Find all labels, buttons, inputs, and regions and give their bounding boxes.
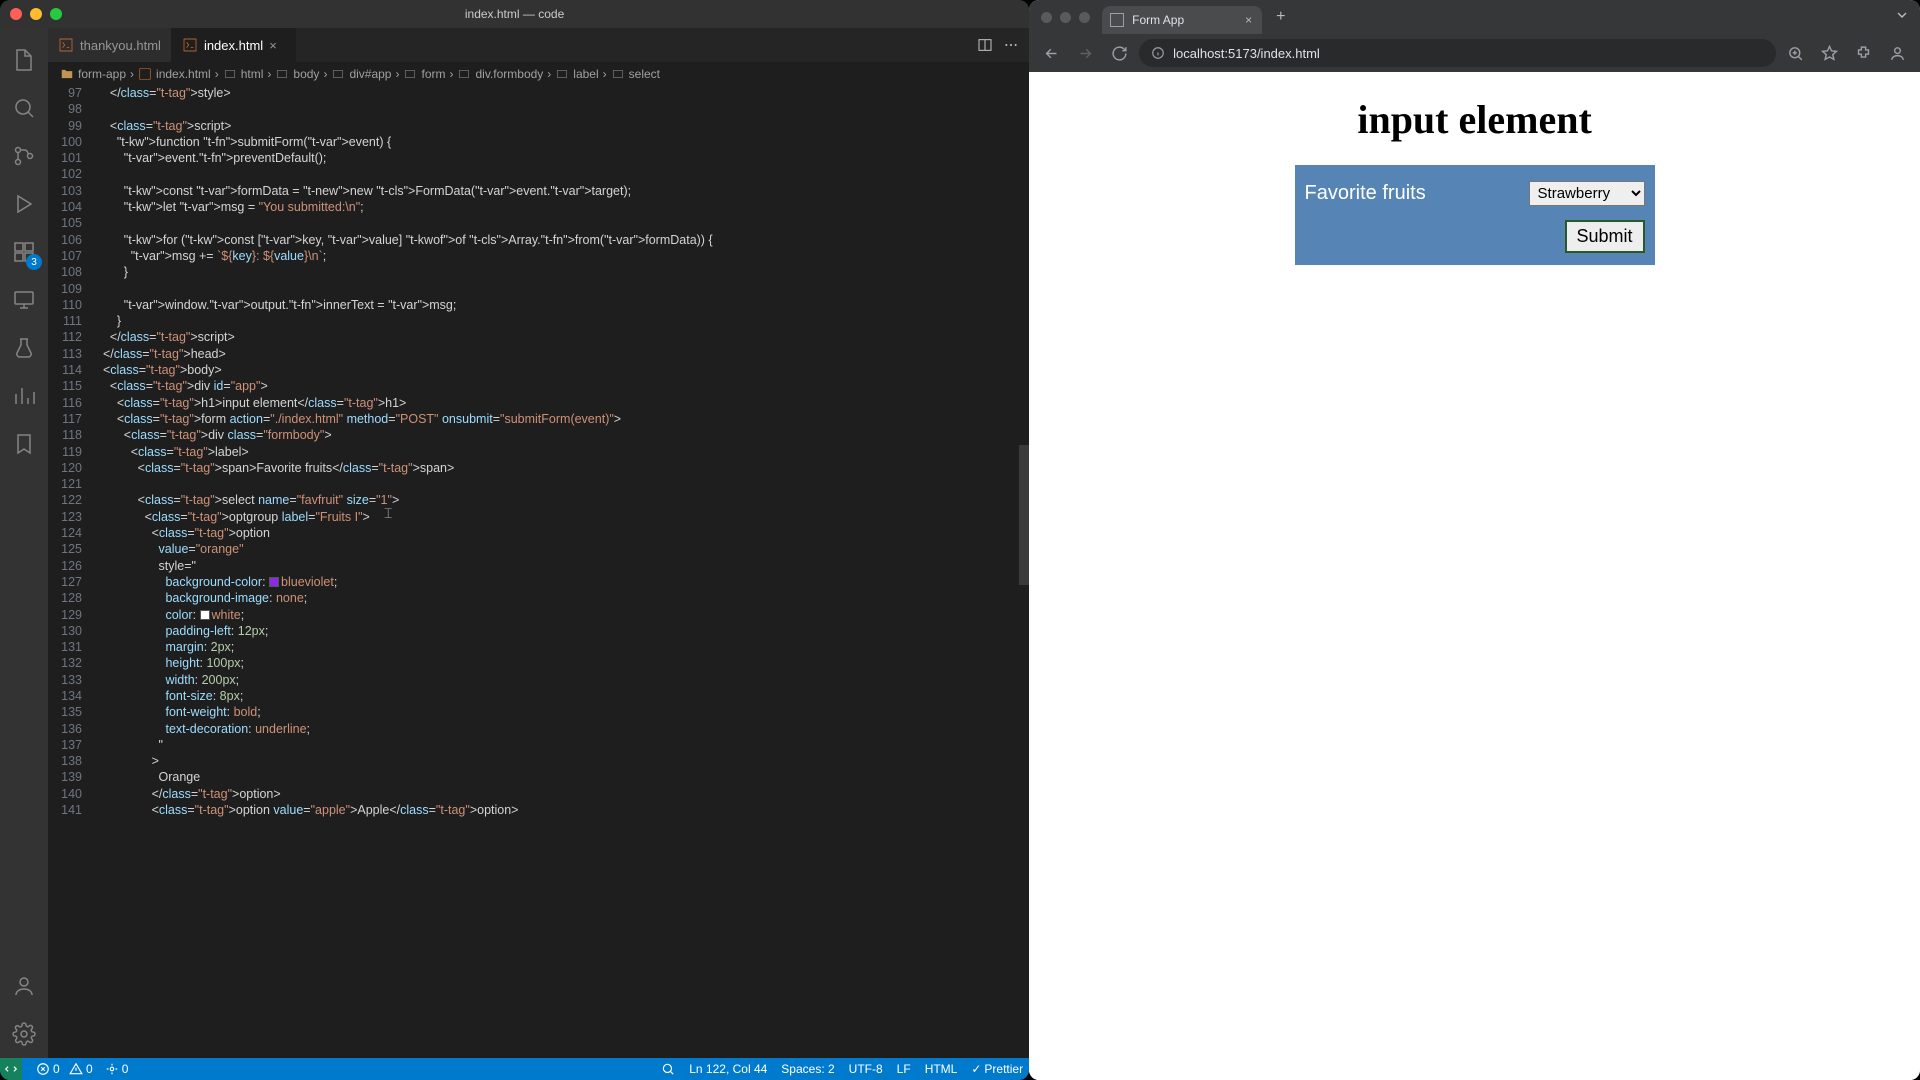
source-control-icon[interactable] bbox=[0, 132, 48, 180]
close-tab-icon[interactable]: × bbox=[1245, 13, 1252, 27]
language-mode[interactable]: HTML bbox=[925, 1062, 958, 1076]
eol-status[interactable]: LF bbox=[897, 1062, 911, 1076]
close-tab-icon[interactable]: × bbox=[269, 38, 285, 53]
browser-toolbar: localhost:5173/index.html bbox=[1029, 34, 1920, 72]
back-button[interactable] bbox=[1037, 39, 1065, 67]
site-info-icon[interactable] bbox=[1151, 46, 1165, 60]
page-heading: input element bbox=[1357, 96, 1591, 143]
encoding-status[interactable]: UTF-8 bbox=[849, 1062, 883, 1076]
extensions-icon[interactable]: 3 bbox=[0, 228, 48, 276]
breadcrumb-item[interactable]: label bbox=[555, 67, 598, 81]
split-editor-icon[interactable] bbox=[977, 37, 993, 53]
editor-tabs: thankyou.html index.html × bbox=[48, 28, 1029, 63]
bookmark-icon[interactable] bbox=[0, 420, 48, 468]
run-debug-icon[interactable] bbox=[0, 180, 48, 228]
url-text: localhost:5173/index.html bbox=[1173, 46, 1320, 61]
favicon bbox=[1110, 13, 1124, 27]
cursor-position[interactable]: Ln 122, Col 44 bbox=[689, 1062, 767, 1076]
url-bar[interactable]: localhost:5173/index.html bbox=[1139, 39, 1776, 67]
breadcrumb-item[interactable]: form bbox=[403, 67, 445, 81]
extensions-puzzle-icon[interactable] bbox=[1850, 39, 1878, 67]
new-tab-button[interactable]: + bbox=[1268, 8, 1293, 26]
close-window-button[interactable] bbox=[10, 8, 22, 20]
browser-window-controls bbox=[1029, 12, 1102, 23]
breadcrumb-item[interactable]: form-app bbox=[60, 67, 126, 81]
tab-label: thankyou.html bbox=[80, 38, 161, 53]
extensions-badge: 3 bbox=[26, 254, 42, 270]
breadcrumb-item[interactable]: div.formbody bbox=[457, 67, 543, 81]
browser-titlebar: Form App × + bbox=[1029, 0, 1920, 34]
minimize-window-button[interactable] bbox=[30, 8, 42, 20]
favfruit-select[interactable]: Strawberry bbox=[1529, 181, 1645, 206]
forward-button[interactable] bbox=[1071, 39, 1099, 67]
window-controls bbox=[10, 8, 62, 20]
port-status[interactable]: 0 bbox=[105, 1062, 129, 1076]
zoom-icon[interactable] bbox=[1782, 39, 1810, 67]
breadcrumb-item[interactable]: html bbox=[223, 67, 264, 81]
favorite-fruits-label: Favorite fruits bbox=[1305, 182, 1426, 205]
bookmark-star-icon[interactable] bbox=[1816, 39, 1844, 67]
indentation-status[interactable]: Spaces: 2 bbox=[781, 1062, 834, 1076]
vscode-window: index.html — code 3 thankyou.html bbox=[0, 0, 1029, 1080]
reload-button[interactable] bbox=[1105, 39, 1133, 67]
maximize-window-button[interactable] bbox=[50, 8, 62, 20]
settings-gear-icon[interactable] bbox=[0, 1010, 48, 1058]
profile-avatar-icon[interactable] bbox=[1884, 39, 1912, 67]
breadcrumb-item[interactable]: index.html bbox=[138, 67, 211, 81]
tab-overflow-icon[interactable] bbox=[1894, 7, 1910, 28]
vscode-titlebar: index.html — code bbox=[0, 0, 1029, 28]
form-body: Favorite fruits Strawberry Submit bbox=[1295, 165, 1655, 265]
breadcrumb-item[interactable]: body bbox=[275, 67, 319, 81]
close-window-button[interactable] bbox=[1041, 12, 1052, 23]
tab-label: index.html bbox=[204, 38, 263, 53]
remote-explorer-icon[interactable] bbox=[0, 276, 48, 324]
explorer-icon[interactable] bbox=[0, 36, 48, 84]
browser-tab[interactable]: Form App × bbox=[1102, 6, 1262, 34]
browser-window: Form App × + localhost:5173/index.html i… bbox=[1029, 0, 1920, 1080]
minimize-window-button[interactable] bbox=[1060, 12, 1071, 23]
statusbar: 0 0 0 Ln 122, Col 44 Spaces: 2 UTF-8 LF … bbox=[0, 1058, 1029, 1080]
window-title: index.html — code bbox=[465, 7, 564, 21]
formatter-status[interactable]: ✓ Prettier bbox=[971, 1062, 1023, 1076]
activity-bar: 3 bbox=[0, 28, 48, 1058]
search-statusbar-icon[interactable] bbox=[661, 1062, 675, 1076]
account-icon[interactable] bbox=[0, 962, 48, 1010]
tab-index[interactable]: index.html × bbox=[172, 28, 296, 62]
remote-indicator[interactable] bbox=[0, 1058, 22, 1080]
tab-thankyou[interactable]: thankyou.html bbox=[48, 28, 172, 62]
search-icon[interactable] bbox=[0, 84, 48, 132]
graph-icon[interactable] bbox=[0, 372, 48, 420]
problems-status[interactable]: 0 0 bbox=[36, 1062, 93, 1076]
submit-button[interactable]: Submit bbox=[1565, 220, 1645, 253]
breadcrumb-item[interactable]: select bbox=[611, 67, 660, 81]
breadcrumbs[interactable]: form-app›index.html›html›body›div#app›fo… bbox=[48, 63, 1029, 85]
code-editor[interactable]: 9798991001011021031041051061071081091101… bbox=[48, 85, 1029, 1058]
more-actions-icon[interactable] bbox=[1003, 37, 1019, 53]
maximize-window-button[interactable] bbox=[1079, 12, 1090, 23]
page-body: input element Favorite fruits Strawberry… bbox=[1029, 72, 1920, 1080]
testing-icon[interactable] bbox=[0, 324, 48, 372]
breadcrumb-item[interactable]: div#app bbox=[331, 67, 391, 81]
browser-tab-title: Form App bbox=[1132, 13, 1184, 27]
minimap[interactable] bbox=[1019, 85, 1029, 1058]
